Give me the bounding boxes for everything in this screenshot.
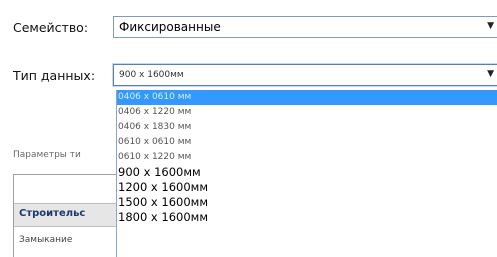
dropdown-option[interactable]: 1800 x 1600мм (117, 210, 497, 225)
dropdown-option[interactable]: 1500 x 1600мм (117, 195, 497, 210)
dropdown-option[interactable]: 0610 x 1220 мм (117, 150, 497, 165)
chevron-down-icon[interactable]: ▼ (487, 21, 494, 31)
table-header-cell: Строительс (19, 208, 86, 219)
table-row-cell[interactable]: Замыкание (19, 235, 72, 245)
parameters-table: Строительс Замыкание (13, 174, 117, 257)
type-params-label: Параметры ти (13, 150, 81, 160)
data-type-combobox[interactable]: 900 x 1600мм ▼ (113, 64, 497, 86)
dropdown-option[interactable]: 0610 x 0610 мм (117, 135, 497, 150)
chevron-down-icon[interactable]: ▼ (487, 69, 494, 79)
dropdown-option[interactable]: 900 x 1600мм (117, 165, 497, 180)
family-label: Семейство: (13, 20, 89, 35)
data-type-label: Тип данных: (13, 68, 96, 83)
dropdown-option[interactable]: 1200 x 1600мм (117, 180, 497, 195)
family-combobox[interactable]: Фиксированные ▼ (113, 16, 497, 38)
dropdown-option[interactable]: 0406 x 1830 мм (117, 120, 497, 135)
data-type-dropdown-list[interactable]: 0406 x 0610 мм 0406 x 1220 мм 0406 x 183… (116, 90, 497, 257)
dropdown-option[interactable]: 0406 x 0610 мм (117, 90, 497, 105)
dropdown-option[interactable]: 0406 x 1220 мм (117, 105, 497, 120)
family-value: Фиксированные (119, 20, 221, 34)
data-type-value: 900 x 1600мм (119, 70, 184, 80)
